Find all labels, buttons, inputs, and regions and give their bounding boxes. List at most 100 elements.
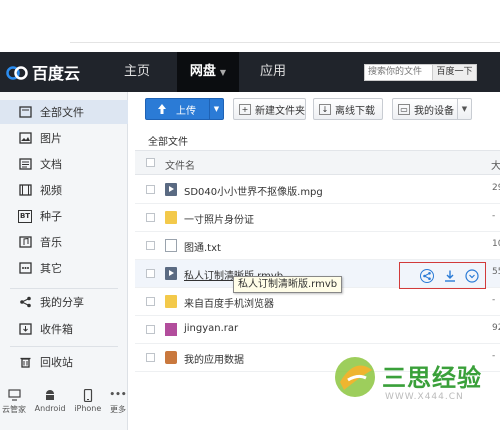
video-file-icon [165,267,177,280]
video-file-icon [165,183,177,196]
android-icon [43,388,57,402]
sidebar-item-inbox[interactable]: 收件箱 [0,317,128,341]
sidebar-item-documents[interactable]: 文档 [0,152,128,176]
device-android[interactable]: Android [35,388,66,415]
file-name[interactable]: 图通.txt [184,239,221,254]
sidebar-item-others[interactable]: 其它 [0,256,128,280]
row-checkbox[interactable] [146,269,155,278]
search-button[interactable]: 百度一下 [432,65,476,80]
sidebar-item-recycle-bin[interactable]: 回收站 [0,350,128,374]
file-size: 10 [492,239,500,249]
column-header-size[interactable]: 大 [491,157,500,172]
file-name[interactable]: SD040小小世界不抠像版.mpg [184,183,323,198]
device-pc[interactable]: 云管家 [2,388,26,415]
new-folder-button[interactable]: + 新建文件夹 [233,98,306,120]
trash-icon [18,356,32,369]
row-checkbox[interactable] [146,325,155,334]
sidebar-item-torrents[interactable]: BT 种子 [0,204,128,228]
table-row[interactable]: 图通.txt 10 [135,232,500,260]
share-icon[interactable] [420,269,434,283]
device-label: iPhone [74,404,102,413]
table-row[interactable]: jingyan.rar 92 [135,316,500,344]
row-actions-highlight [399,262,486,289]
table-row[interactable]: 一寸照片身份证 - [135,204,500,232]
select-all-checkbox[interactable] [146,158,155,167]
row-checkbox[interactable] [146,241,155,250]
my-devices-label: 我的设备 [414,105,454,117]
chevron-down-icon: ▼ [219,68,227,77]
filename-tooltip: 私人订制清晰版.rmvb [233,276,343,293]
folder-icon [165,295,177,308]
chevron-down-icon[interactable]: ▼ [209,99,223,119]
watermark-logo-icon [335,357,375,397]
file-size: 29 [492,183,500,193]
row-checkbox[interactable] [146,297,155,306]
sidebar-item-label: 文档 [40,158,62,171]
file-name[interactable]: 一寸照片身份证 [184,211,254,226]
nav-home-label: 主页 [123,64,150,79]
torrent-icon: BT [18,209,32,223]
sidebar-item-label: 视频 [40,184,62,197]
sidebar-divider [10,346,118,347]
phone-icon [81,388,95,402]
sidebar-item-label: 我的分享 [40,296,84,309]
folder-icon [165,211,177,224]
sidebar-item-label: 回收站 [40,356,73,369]
file-name[interactable]: 来自百度手机浏览器 [184,295,274,310]
nav-apps[interactable]: 应用 [251,52,295,92]
row-checkbox[interactable] [146,213,155,222]
sidebar-item-videos[interactable]: 视频 [0,178,128,202]
sidebar-item-my-shares[interactable]: 我的分享 [0,290,128,314]
text-file-icon [165,239,177,252]
logo[interactable]: 百度云 [5,60,80,84]
sidebar-item-label: 音乐 [40,236,62,249]
sidebar-item-images[interactable]: 图片 [0,126,128,150]
logo-text: 百度云 [32,64,81,83]
download-icon: ↓ [319,103,331,115]
new-folder-icon: + [239,103,251,115]
my-devices-button[interactable]: ▭ 我的设备 ▼ [392,98,472,120]
column-header-name[interactable]: 文件名 [165,157,195,172]
file-name[interactable]: 我的应用数据 [184,351,244,366]
file-table-header: 文件名 大 [135,150,500,175]
device-label: Android [34,404,66,413]
device-iphone[interactable]: iPhone [74,388,101,415]
file-name[interactable]: jingyan.rar [184,323,238,334]
sidebar: 全部文件 图片 文档 视频 BT 种子 音乐 其它 我的分享 收件箱 回收站 云… [0,92,128,430]
file-size: - [492,295,496,305]
new-folder-label: 新建文件夹 [255,105,305,117]
sidebar-item-music[interactable]: 音乐 [0,230,128,254]
more-icon [18,262,32,275]
breadcrumb[interactable]: 全部文件 [148,133,188,148]
row-checkbox[interactable] [146,353,155,362]
device-icon: ▭ [398,103,410,115]
device-more[interactable]: ••• 更多 [109,388,127,415]
browser-top-area [0,0,500,52]
watermark-text: 三思经验 [382,364,482,392]
table-row[interactable]: SD040小小世界不抠像版.mpg 29 [135,176,500,204]
row-checkbox[interactable] [146,185,155,194]
device-label: 云管家 [2,405,26,414]
share-icon [18,296,32,309]
document-icon [18,158,32,171]
folder-icon [18,106,32,119]
device-label: 更多 [109,405,126,414]
offline-download-button[interactable]: ↓ 离线下载 [313,98,383,120]
search-input[interactable] [365,65,432,80]
sidebar-item-all-files[interactable]: 全部文件 [0,100,128,124]
download-icon[interactable] [443,269,457,283]
nav-apps-label: 应用 [259,64,286,79]
chevron-down-icon[interactable]: ▼ [457,99,471,119]
file-size: 92 [492,323,500,333]
device-links: 云管家 Android iPhone ••• 更多 [0,388,128,415]
nav-home[interactable]: 主页 [113,52,161,92]
watermark: 三思经验 WWW.X444.CN [330,350,500,420]
file-size: - [492,211,496,221]
music-icon [18,236,32,249]
video-icon [18,184,32,197]
ellipsis-icon: ••• [109,390,127,400]
upload-button[interactable]: 上传 ▼ [145,98,224,120]
more-options-icon[interactable] [465,269,479,283]
nav-netdisk[interactable]: 网盘 ▼ [177,52,239,92]
watermark-url: WWW.X444.CN [385,392,464,402]
